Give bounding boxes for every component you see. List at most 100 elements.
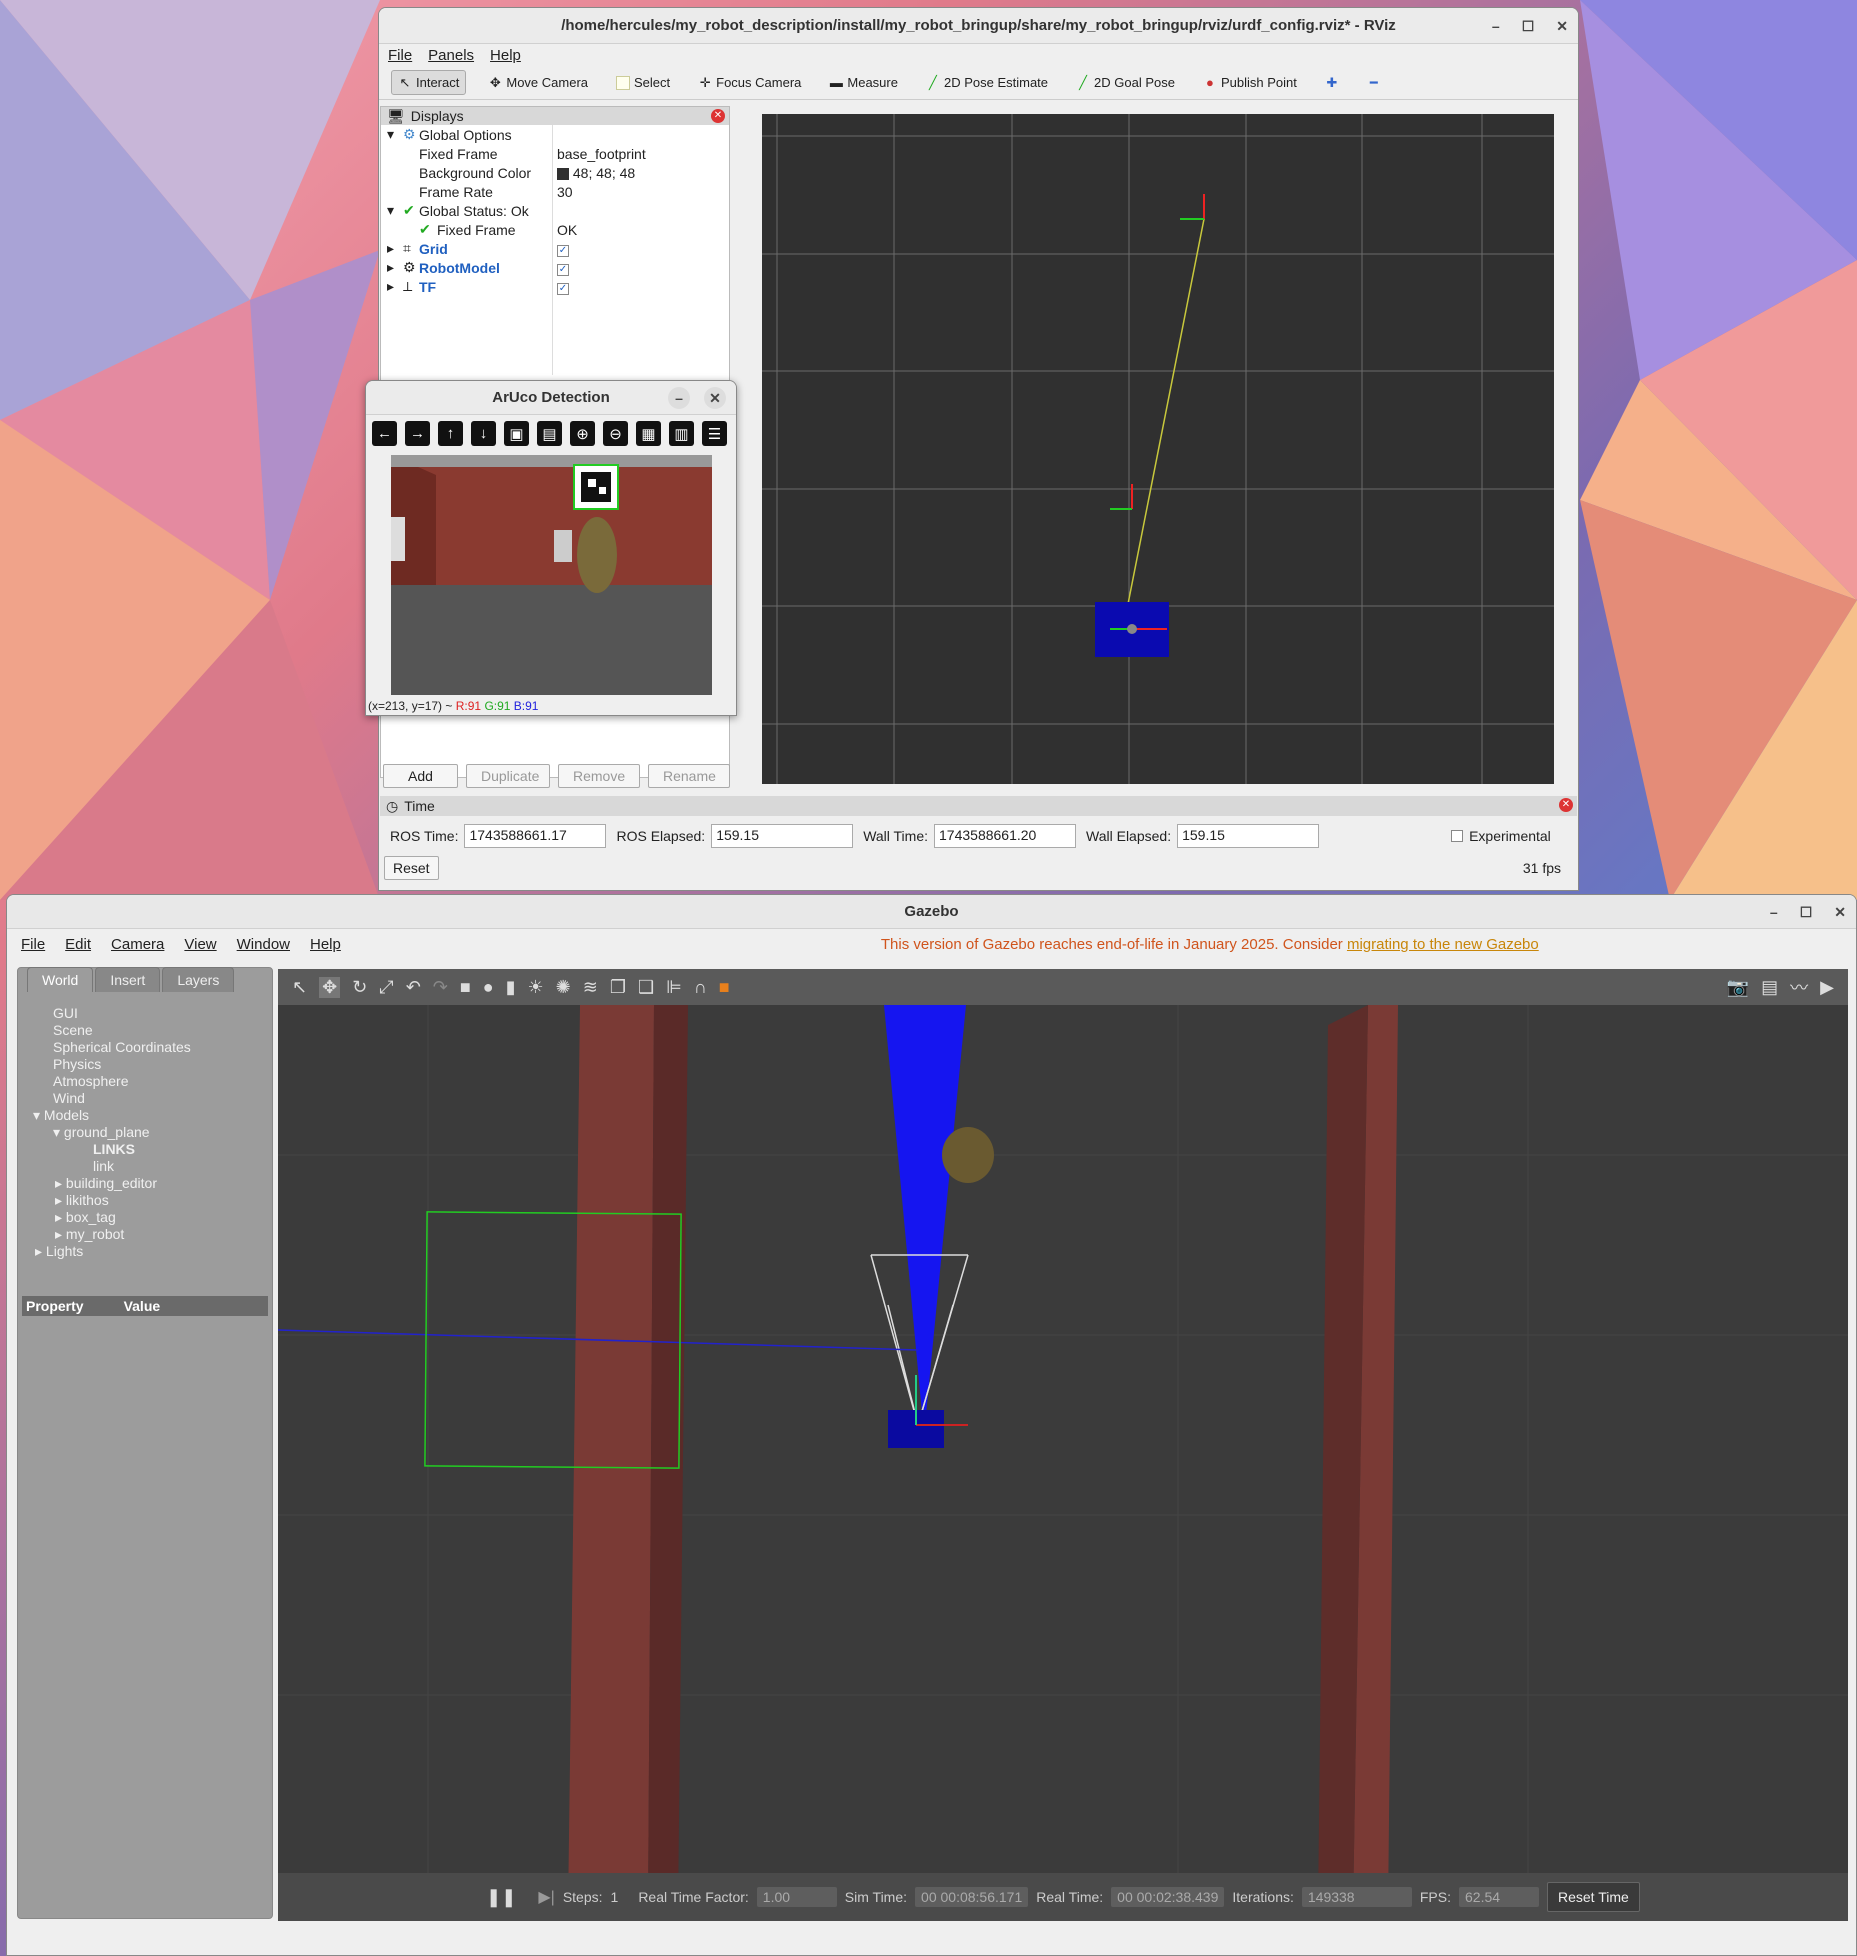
tool-publish-point[interactable]: ● Publish Point [1197,71,1303,94]
migration-link[interactable]: migrating to the new Gazebo [1347,936,1539,953]
experimental-toggle[interactable]: Experimental [1451,828,1551,844]
tree-physics[interactable]: Physics [17,1056,191,1073]
tree-wind[interactable]: Wind [17,1090,191,1107]
grid-row[interactable]: ▸ ⌗ Grid ✓ [381,239,729,258]
arrow-right-icon[interactable]: → [405,421,430,446]
arrow-left-icon[interactable]: ← [372,421,397,446]
paste-icon[interactable]: ❑ [638,977,654,998]
fixed-frame-value[interactable]: base_footprint [557,146,646,162]
ros-time-field[interactable]: 1743588661.17 [464,824,607,848]
scale-icon[interactable]: ⤢ [379,977,393,998]
tree-my-robot-row[interactable]: ▸ my_robot [17,1226,191,1243]
tool-move-camera[interactable]: ✥ Move Camera [482,71,594,94]
rotate-icon[interactable]: ↻ [352,977,367,998]
menu-file[interactable]: File [21,936,45,953]
zoom-out-icon[interactable]: ⊖ [603,421,628,446]
steps-value[interactable]: 1 [611,1889,619,1905]
settings-icon[interactable]: ☰ [702,421,727,446]
cylinder-icon[interactable]: ▮ [506,977,516,998]
menu-window[interactable]: Window [237,936,290,953]
camera-icon[interactable]: 📷 [1727,977,1749,998]
frame-rate-row[interactable]: Frame Rate 30 [381,182,729,201]
maximize-icon[interactable]: ☐ [1800,904,1813,921]
tree-spherical-coordinates[interactable]: Spherical Coordinates [17,1039,191,1056]
fixed-frame-row[interactable]: Fixed Frame base_footprint [381,144,729,163]
minimize-icon[interactable]: – [668,387,690,409]
step-icon[interactable]: ▶| [538,1887,554,1907]
robotmodel-checkbox[interactable]: ✓ [557,264,569,276]
tool-focus-camera[interactable]: ✛ Focus Camera [692,71,807,94]
tree-ground-plane-row[interactable]: ▾ ground_plane [17,1124,191,1141]
close-icon[interactable]: ✕ [704,387,726,409]
plot-icon[interactable]: 〰 [1790,974,1808,1000]
tree-box-tag-row[interactable]: ▸ box_tag [17,1209,191,1226]
reset-time-button[interactable]: Reset Time [1547,1882,1640,1912]
tree-atmosphere[interactable]: Atmosphere [17,1073,191,1090]
close-icon[interactable]: ✕ [1834,904,1846,921]
menu-help[interactable]: Help [310,936,341,953]
tf-checkbox[interactable]: ✓ [557,283,569,295]
wall-elapsed-field[interactable]: 159.15 [1177,824,1320,848]
image-icon[interactable]: ▣ [504,421,529,446]
background-color-value[interactable]: 48; 48; 48 [557,165,635,181]
status-fixed-frame-row[interactable]: ✔ Fixed Frame OK [381,220,729,239]
minimize-icon[interactable]: – [1492,18,1500,34]
experimental-checkbox[interactable] [1451,830,1464,842]
gazebo-3d-view[interactable] [278,1005,1848,1911]
aruco-camera-image[interactable] [391,455,712,695]
tree-scene[interactable]: Scene [17,1022,191,1039]
image-zoom-icon[interactable]: ▤ [537,421,562,446]
add-button[interactable]: Add [383,764,458,788]
redo-icon[interactable]: ↷ [433,977,448,998]
robotmodel-row[interactable]: ▸ ⚙ RobotModel ✓ [381,258,729,277]
menu-camera[interactable]: Camera [111,936,164,953]
arrow-up-icon[interactable]: ↑ [438,421,463,446]
tf-row[interactable]: ▸ ⟂ TF ✓ [381,277,729,296]
background-color-row[interactable]: Background Color 48; 48; 48 [381,163,729,182]
video-icon[interactable]: ▶ [1820,977,1834,998]
close-icon[interactable]: ✕ [1556,18,1568,35]
remove-button[interactable]: Remove [558,764,640,788]
undo-icon[interactable]: ↶ [406,977,421,998]
log-icon[interactable]: ▤ [1761,977,1778,998]
remove-tool-button[interactable]: ━ [1361,72,1387,94]
snap-icon[interactable]: ∩ [694,977,707,998]
menu-edit[interactable]: Edit [65,936,91,953]
menu-file[interactable]: File [388,47,412,64]
tree-lights-row[interactable]: ▸ Lights [17,1243,191,1260]
maximize-icon[interactable]: ☐ [1522,18,1535,35]
menu-view[interactable]: View [184,936,216,953]
wall-time-field[interactable]: 1743588661.20 [934,824,1077,848]
translate-icon[interactable]: ✥ [319,976,341,998]
copy-icon[interactable]: ❐ [610,977,626,998]
tool-measure[interactable]: ▬ Measure [823,71,904,94]
reset-button[interactable]: Reset [384,856,439,880]
tool-2d-goal-pose[interactable]: ╱ 2D Goal Pose [1070,71,1181,94]
tree-gui[interactable]: GUI [17,1005,191,1022]
global-status-row[interactable]: ▾ ✔ Global Status: Ok [381,201,729,220]
arrow-down-icon[interactable]: ↓ [471,421,496,446]
tool-select[interactable]: Select [610,71,676,94]
box-icon[interactable]: ■ [460,977,471,998]
align-icon[interactable]: ⊫ [666,977,682,998]
menu-help[interactable]: Help [490,47,521,64]
pause-icon[interactable]: ❚❚ [486,1887,516,1908]
tab-insert[interactable]: Insert [95,967,161,992]
close-icon[interactable]: ✕ [711,109,725,123]
tree-link[interactable]: link [17,1158,191,1175]
sphere-icon[interactable]: ● [483,977,494,998]
tree-likithos-row[interactable]: ▸ likithos [17,1192,191,1209]
menu-panels[interactable]: Panels [428,47,474,64]
clipboard-icon[interactable]: ▥ [669,421,694,446]
tool-interact[interactable]: ↖ Interact [391,70,467,95]
sun-icon[interactable]: ☀ [528,977,544,998]
tab-world[interactable]: World [27,967,94,992]
tree-models-row[interactable]: ▾ Models [17,1107,191,1124]
rename-button[interactable]: Rename [648,764,730,788]
save-icon[interactable]: ▦ [636,421,661,446]
view-angle-icon[interactable]: ■ [719,977,730,998]
tool-2d-pose-estimate[interactable]: ╱ 2D Pose Estimate [920,71,1054,94]
ros-elapsed-field[interactable]: 159.15 [711,824,854,848]
rviz-3d-view[interactable] [762,114,1554,784]
directional-light-icon[interactable]: ≋ [583,977,598,998]
